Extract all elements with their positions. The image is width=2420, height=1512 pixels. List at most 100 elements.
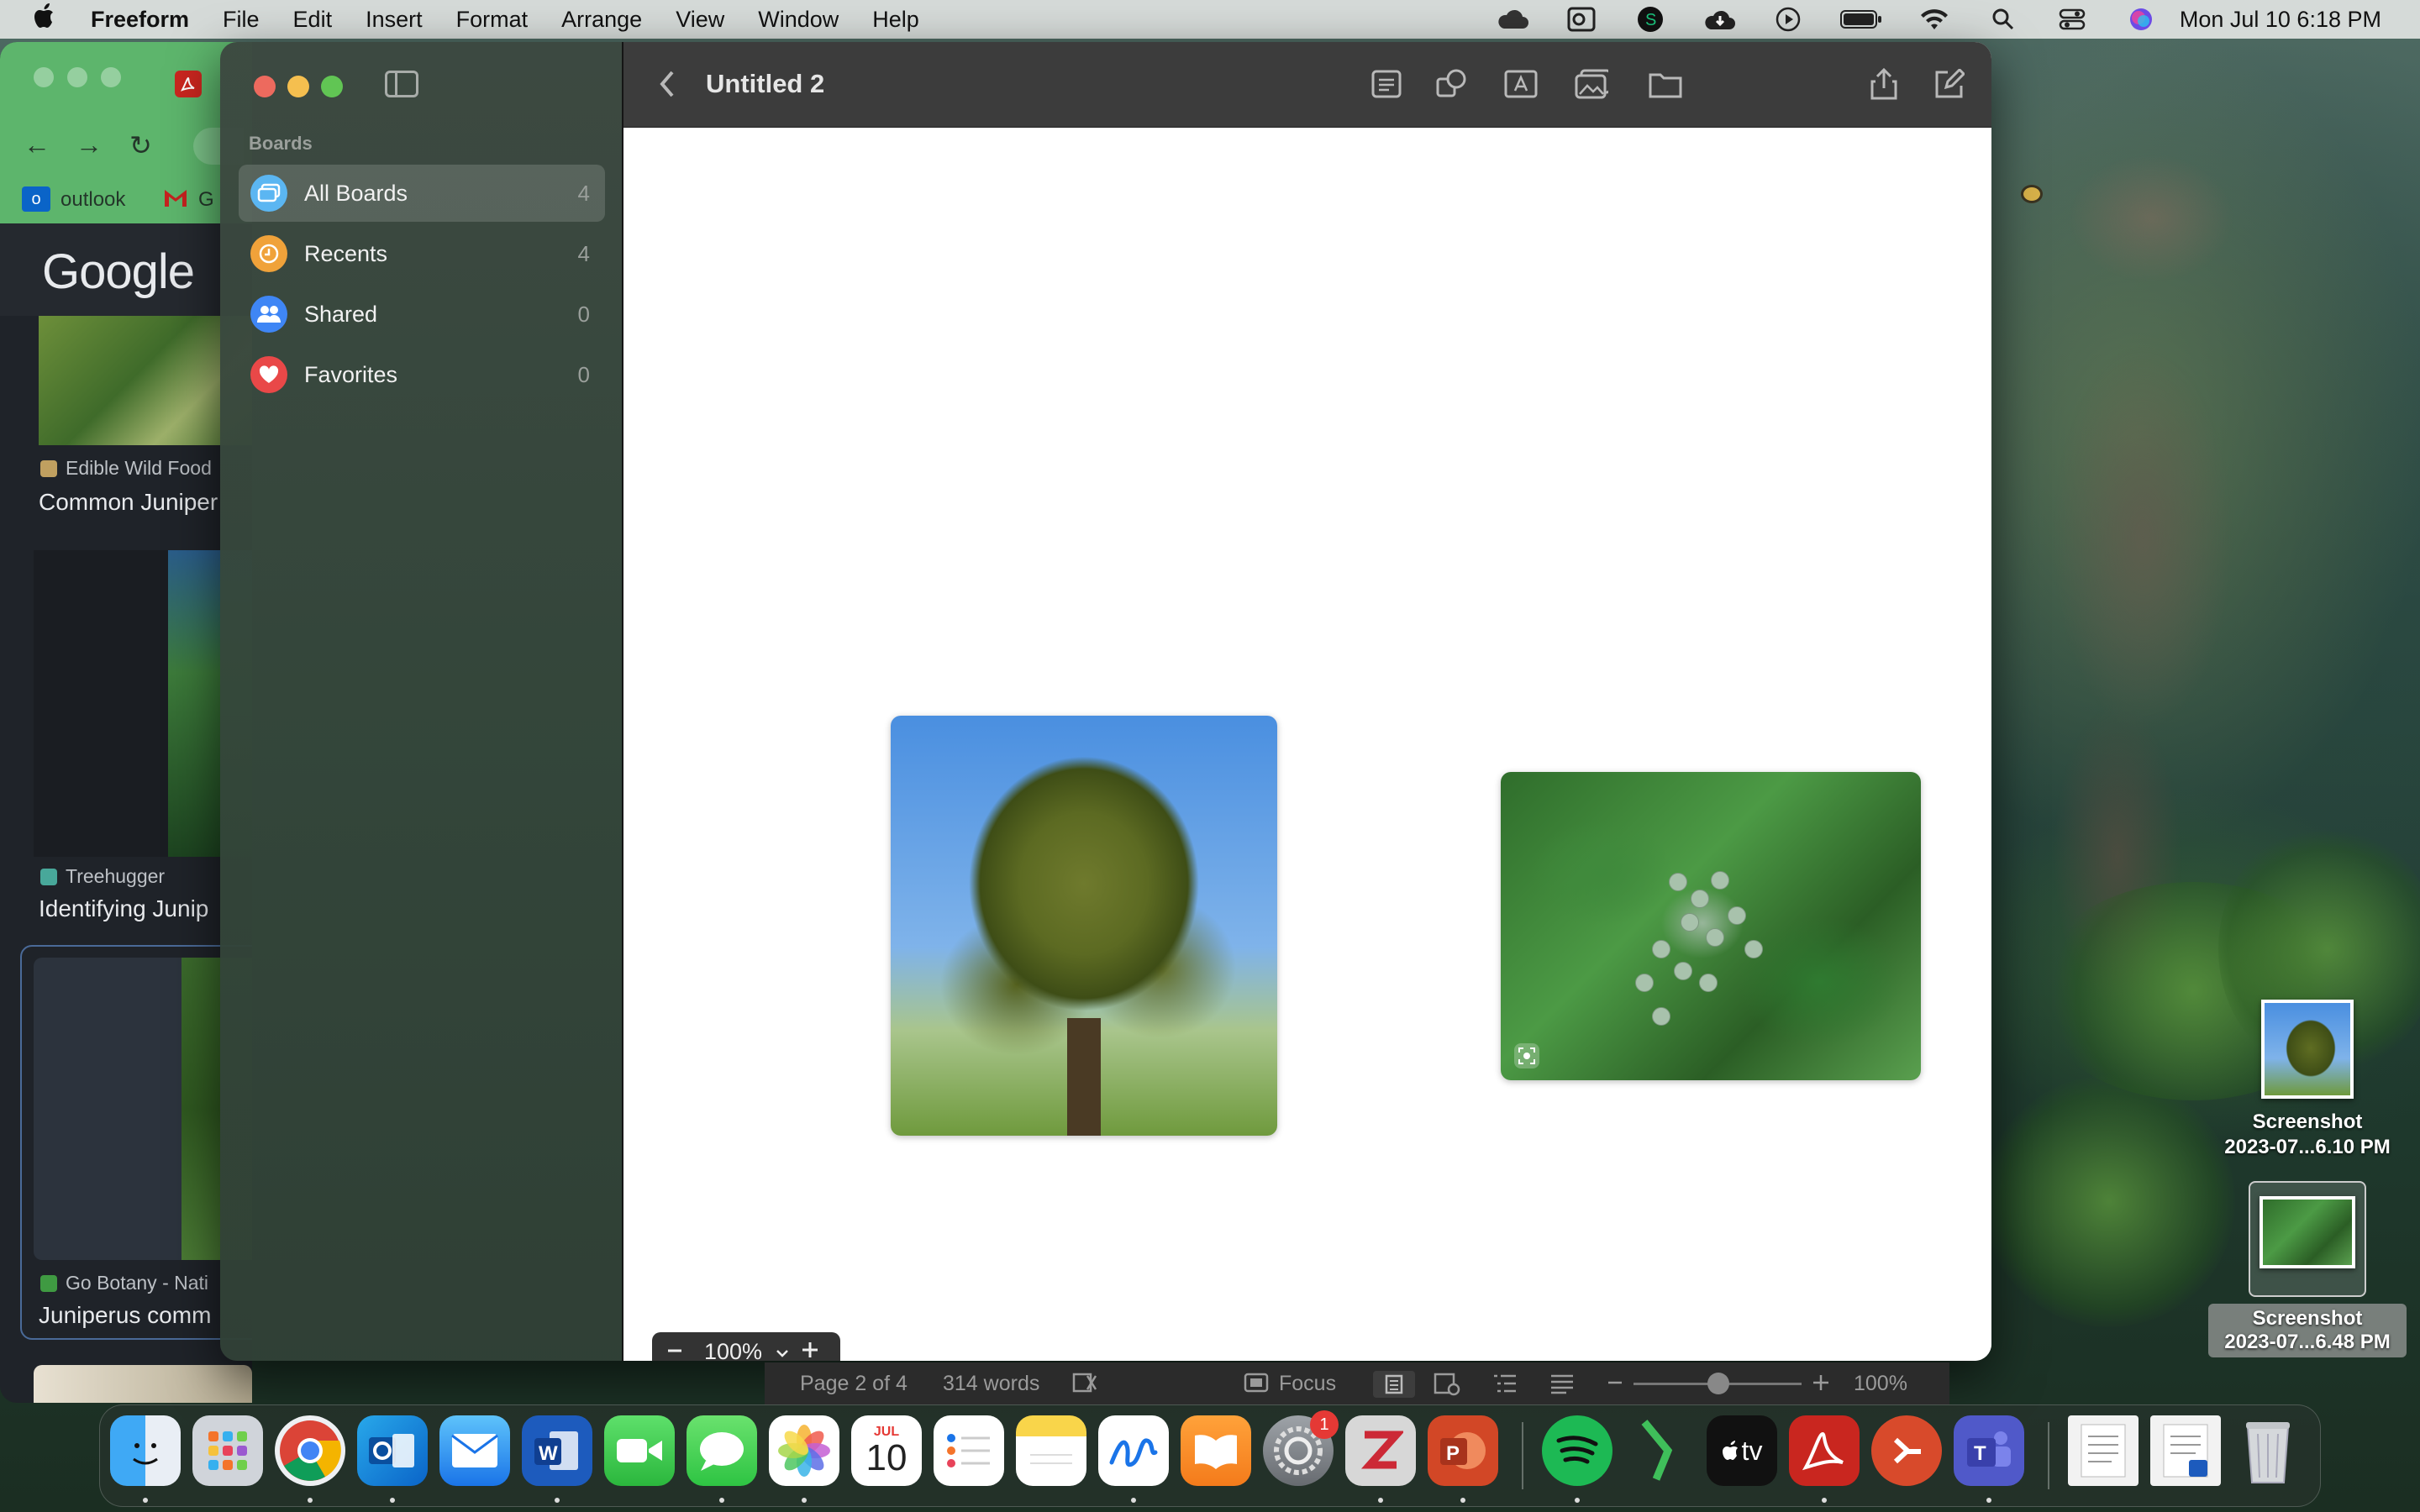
pdf-tab-icon[interactable] [175, 71, 202, 97]
menu-help[interactable]: Help [872, 7, 919, 33]
recent-document-icon[interactable] [2068, 1415, 2139, 1486]
download-cloud-icon[interactable] [1702, 7, 1736, 32]
zotero-icon[interactable] [1345, 1415, 1416, 1486]
teams-icon[interactable]: T [1954, 1415, 2024, 1486]
result-title[interactable]: Common Juniper [39, 489, 218, 516]
desktop-file-screenshot-1[interactable]: Screenshot 2023-07...6.10 PM [2215, 1000, 2400, 1159]
sidebar-item-favorites[interactable]: Favorites 0 [239, 346, 605, 403]
wifi-icon[interactable] [1918, 7, 1951, 32]
page-count[interactable]: Page 2 of 4 [800, 1372, 908, 1396]
juniper-berries-photo[interactable] [1501, 772, 1921, 1080]
menu-file[interactable]: File [223, 7, 260, 33]
powerpoint-icon[interactable]: P [1428, 1415, 1498, 1486]
focus-label[interactable]: Focus [1279, 1372, 1336, 1396]
apple-tv-icon[interactable]: tv [1707, 1415, 1777, 1486]
facetime-icon[interactable] [604, 1415, 675, 1486]
focus-icon[interactable] [1244, 1373, 1269, 1399]
google-logo[interactable]: Google [42, 244, 195, 300]
menu-arrange[interactable]: Arrange [561, 7, 642, 33]
board-canvas[interactable]: 100% [623, 128, 1991, 1361]
recent-word-document-icon[interactable] [2150, 1415, 2221, 1486]
menu-format[interactable]: Format [456, 7, 529, 33]
spotlight-search-icon[interactable] [1986, 7, 2020, 32]
back-chevron-icon[interactable] [657, 69, 677, 108]
chrome-zoom-button[interactable] [101, 67, 121, 87]
sidebar-item-recents[interactable]: Recents 4 [239, 225, 605, 282]
menu-window[interactable]: Window [758, 7, 839, 33]
mail-icon[interactable] [439, 1415, 510, 1486]
outlook-icon[interactable] [357, 1415, 428, 1486]
board-title[interactable]: Untitled 2 [706, 69, 824, 99]
zoom-value[interactable]: 100% [704, 1339, 762, 1362]
siri-icon[interactable] [2124, 7, 2158, 32]
result-source[interactable]: Treehugger [40, 865, 165, 888]
chrome-minimize-button[interactable] [67, 67, 87, 87]
calendar-icon[interactable]: JUL 10 [851, 1415, 922, 1486]
zoom-menu-chevron-icon[interactable] [776, 1339, 789, 1362]
zoom-out-button[interactable] [664, 1339, 686, 1362]
result-source[interactable]: Edible Wild Food [40, 457, 212, 480]
trash-icon[interactable] [2233, 1415, 2303, 1486]
back-arrow-icon[interactable]: ← [24, 129, 50, 160]
remote-desktop-icon[interactable] [1871, 1415, 1942, 1486]
apple-menu-icon[interactable] [32, 3, 59, 36]
proofing-icon[interactable] [1072, 1371, 1097, 1400]
print-layout-button[interactable] [1373, 1371, 1415, 1398]
zoom-in-button[interactable] [801, 1339, 819, 1362]
freeform-icon[interactable] [1098, 1415, 1169, 1486]
text-box-icon[interactable] [1504, 67, 1538, 101]
copilot-leaf-icon[interactable] [1624, 1415, 1695, 1486]
spotify-icon[interactable] [1542, 1415, 1612, 1486]
icloud-icon[interactable] [1496, 7, 1529, 32]
live-text-icon[interactable] [1514, 1043, 1539, 1068]
juniper-tree-photo[interactable] [891, 716, 1277, 1136]
result-image[interactable] [34, 1365, 252, 1403]
new-board-icon[interactable] [1933, 67, 1966, 101]
result-title[interactable]: Identifying Junip [39, 895, 208, 922]
launchpad-icon[interactable] [192, 1415, 263, 1486]
chrome-icon[interactable] [275, 1415, 345, 1486]
menu-edit[interactable]: Edit [293, 7, 333, 33]
bookmark-gmail[interactable]: G [198, 188, 214, 212]
zoom-in-plus-icon[interactable] [1812, 1371, 1830, 1400]
finder-icon[interactable] [110, 1415, 181, 1486]
play-circle-icon[interactable] [1771, 7, 1805, 32]
result-title[interactable]: Juniperus comm [39, 1302, 211, 1329]
draft-view-icon[interactable] [1549, 1373, 1575, 1400]
minimize-button[interactable] [287, 76, 309, 97]
forward-arrow-icon[interactable]: → [76, 129, 103, 160]
battery-icon[interactable] [1839, 7, 1882, 32]
media-icon[interactable] [1575, 67, 1608, 101]
grammarly-status-icon[interactable]: S [1634, 7, 1667, 32]
close-button[interactable] [254, 76, 276, 97]
books-icon[interactable] [1181, 1415, 1251, 1486]
sidebar-item-all-boards[interactable]: All Boards 4 [239, 165, 605, 222]
word-icon[interactable]: W [522, 1415, 592, 1486]
result-source[interactable]: Go Botany - Nati [40, 1272, 208, 1294]
messages-icon[interactable] [687, 1415, 757, 1486]
zoom-out-minus-icon[interactable] [1607, 1371, 1623, 1400]
acrobat-icon[interactable] [1789, 1415, 1860, 1486]
outline-view-icon[interactable] [1492, 1373, 1518, 1400]
word-zoom-percent[interactable]: 100% [1854, 1372, 1907, 1396]
zoom-slider-knob[interactable] [1707, 1373, 1729, 1394]
outlook-status-icon[interactable] [1565, 7, 1598, 32]
desktop-file-screenshot-2[interactable]: Screenshot 2023-07...6.48 PM [2208, 1181, 2407, 1357]
folder-icon[interactable] [1649, 67, 1682, 101]
bookmark-outlook[interactable]: outlook [60, 188, 125, 212]
app-menu-freeform[interactable]: Freeform [91, 7, 189, 33]
shapes-icon[interactable] [1435, 67, 1469, 101]
zoom-button[interactable] [321, 76, 343, 97]
word-count[interactable]: 314 words [943, 1372, 1039, 1396]
menubar-clock[interactable]: Mon Jul 10 6:18 PM [2180, 7, 2381, 33]
control-center-icon[interactable] [2055, 7, 2089, 32]
chrome-close-button[interactable] [34, 67, 54, 87]
menu-view[interactable]: View [676, 7, 724, 33]
sticky-note-icon[interactable] [1370, 67, 1403, 101]
reload-icon[interactable]: ↻ [129, 129, 152, 161]
web-layout-icon[interactable] [1434, 1373, 1460, 1402]
system-settings-icon[interactable]: 1 [1263, 1410, 1339, 1486]
sidebar-toggle-icon[interactable] [385, 71, 418, 97]
sidebar-item-shared[interactable]: Shared 0 [239, 286, 605, 343]
share-icon[interactable] [1867, 67, 1901, 101]
